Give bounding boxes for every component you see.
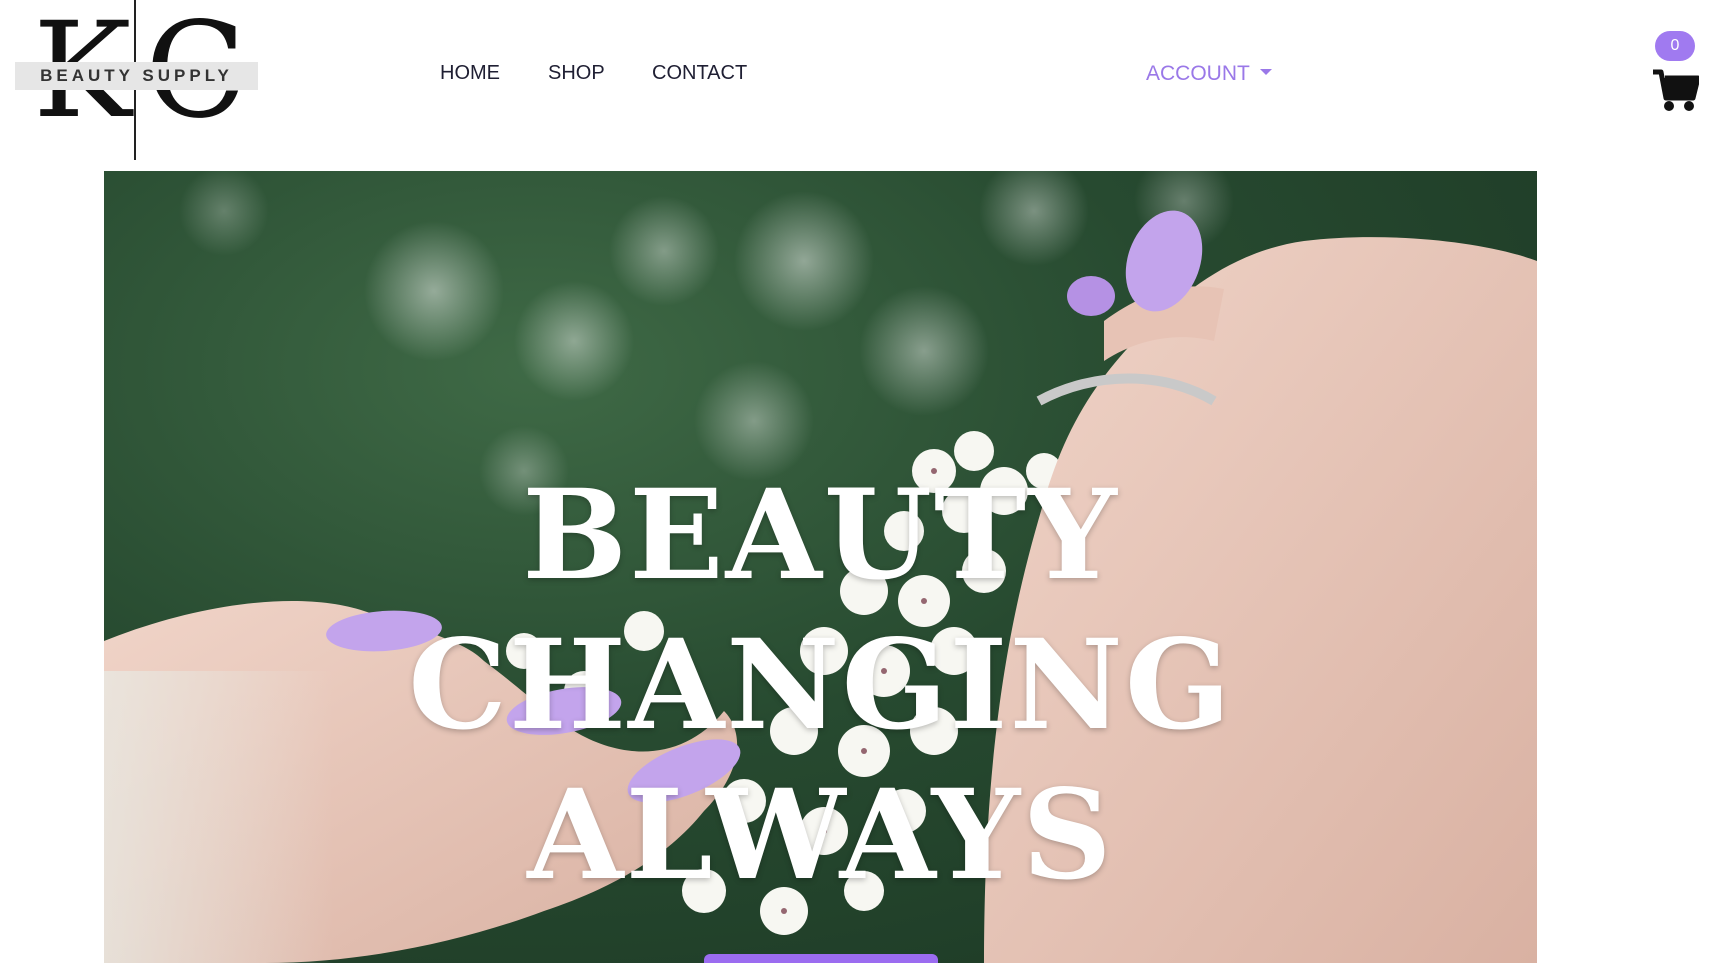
nav-shop[interactable]: SHOP: [548, 62, 605, 85]
nail-right-thumb: [1067, 276, 1115, 316]
cart-icon: [1653, 69, 1699, 111]
nav-contact[interactable]: CONTACT: [652, 62, 747, 85]
hero-headline-line-1: BEAUTY: [522, 463, 1119, 608]
cart-count-badge: 0: [1655, 31, 1695, 61]
cart-button[interactable]: 0: [1650, 30, 1702, 114]
hero-headline-line-2: CHANGING: [408, 613, 1233, 758]
hero-cta-button[interactable]: [704, 954, 938, 963]
account-dropdown[interactable]: ACCOUNT: [1146, 62, 1272, 86]
hero-headline: BEAUTY CHANGING ALWAYS: [104, 461, 1537, 911]
logo-tagline: BEAUTY SUPPLY: [15, 62, 258, 90]
account-label: ACCOUNT: [1146, 62, 1250, 85]
nav-home[interactable]: HOME: [440, 62, 500, 85]
brand-logo[interactable]: K C BEAUTY SUPPLY: [15, 0, 258, 160]
hero-banner: BEAUTY CHANGING ALWAYS: [104, 171, 1537, 963]
hero-headline-line-3: ALWAYS: [527, 763, 1114, 908]
chevron-down-icon: [1259, 69, 1272, 76]
